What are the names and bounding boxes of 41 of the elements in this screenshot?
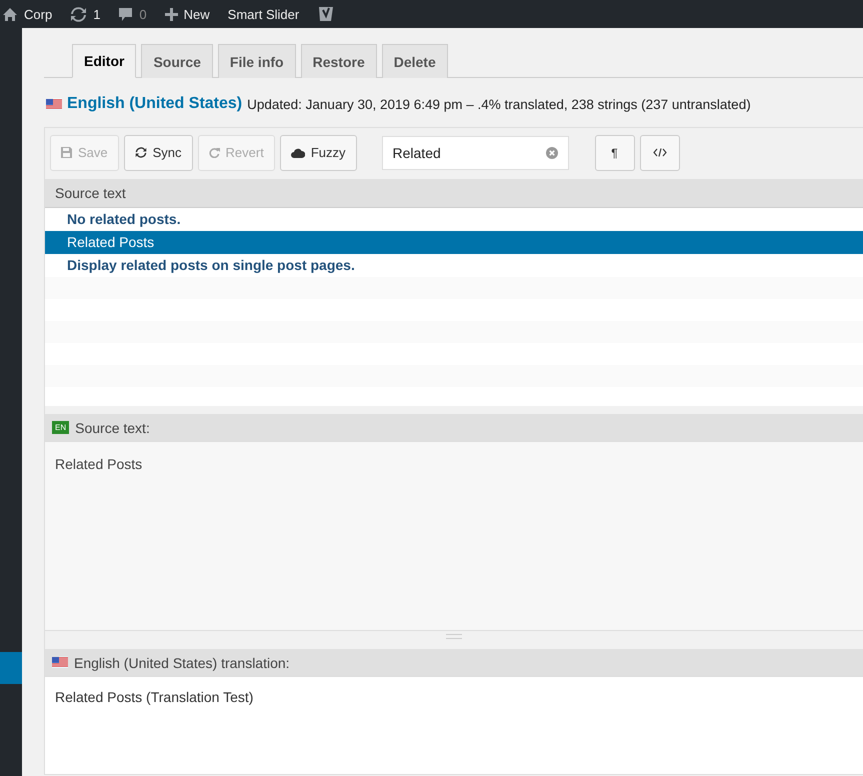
column-header: Source text [45,179,863,208]
language-link[interactable]: English (United States) [67,95,242,113]
flag-icon [46,98,62,110]
clear-icon[interactable] [546,146,558,158]
status-text: Updated: January 30, 2019 6:49 pm – .4% translated, 238 strings (237 untranslated) [247,96,751,112]
code-view-button[interactable] [640,134,680,170]
search-field[interactable]: Related [382,136,569,170]
tab[interactable]: Restore [300,44,377,78]
site-link[interactable]: Corp [24,6,52,22]
tab[interactable]: Source [141,44,213,78]
new-link[interactable]: New [184,6,210,22]
fuzzy-button[interactable]: Fuzzy [280,134,357,170]
flag-icon [52,657,68,668]
update-count[interactable]: 1 [93,6,100,22]
comment-icon[interactable] [118,6,134,22]
resize-handle[interactable] [446,634,462,638]
floppy-icon [61,147,72,158]
translation-field[interactable]: Related Posts (Translation Test) [45,677,863,774]
tab[interactable]: Editor [72,44,136,78]
refresh-icon[interactable] [70,6,88,22]
invisibles-button[interactable]: ¶ [594,134,635,170]
tab[interactable]: Delete [382,44,448,78]
source-text: Related Posts [55,456,142,472]
home-icon[interactable] [2,6,18,22]
shield-icon[interactable] [317,4,336,24]
string-row[interactable]: No related posts. [45,208,863,231]
string-row[interactable]: Display related posts on single post pages. [45,254,863,277]
tab[interactable]: File info [218,44,296,78]
refresh-icon [134,147,147,158]
code-icon [652,148,667,157]
language-badge: EN [52,421,70,434]
string-row[interactable]: Related Posts [45,231,863,254]
cloud-icon [290,148,305,158]
translation-label: English (United States) translation: [74,654,290,670]
sync-button[interactable]: Sync [124,134,193,170]
sidebar-active-marker[interactable] [0,652,22,684]
redo-icon [208,147,220,158]
comment-count[interactable]: 0 [139,6,147,22]
plus-icon[interactable] [164,8,178,20]
plugin-link[interactable]: Smart Slider [228,6,300,22]
source-label: Source text: [75,420,150,436]
